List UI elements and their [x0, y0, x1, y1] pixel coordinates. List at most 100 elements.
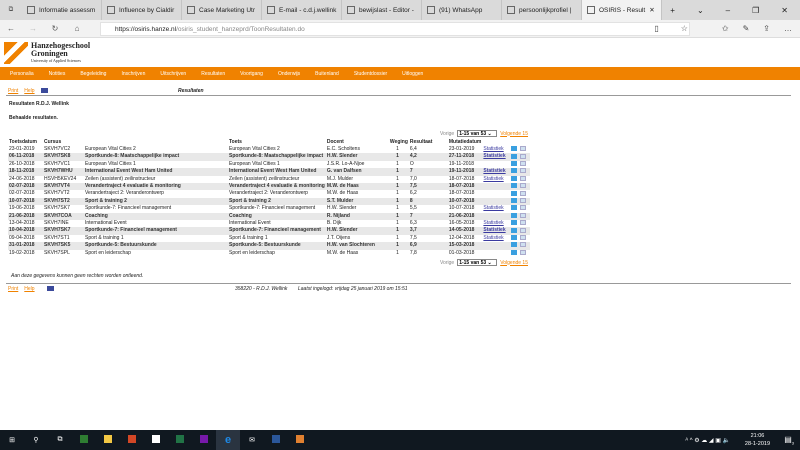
- details-icon[interactable]: [511, 183, 518, 189]
- statistiek-link[interactable]: Statistiek: [483, 153, 505, 159]
- mail-icon[interactable]: [520, 190, 527, 196]
- details-icon[interactable]: [511, 220, 518, 226]
- next-page-link[interactable]: Volgende 15: [500, 131, 528, 137]
- mail-icon[interactable]: [520, 160, 527, 166]
- details-icon[interactable]: [511, 249, 518, 255]
- mail-icon[interactable]: [520, 249, 527, 255]
- menu-item-begeleiding[interactable]: Begeleiding: [80, 71, 106, 77]
- details-icon[interactable]: [511, 198, 518, 204]
- mail-icon[interactable]: ✉: [240, 436, 264, 444]
- browser-tab[interactable]: OSIRIS - Result ✕: [582, 0, 662, 20]
- system-tray-icons[interactable]: ᴬ ^ ⚙ ☁ ◢ ▣ 🔈: [685, 437, 730, 444]
- powerpoint-icon[interactable]: [120, 435, 144, 445]
- details-icon[interactable]: [511, 146, 518, 152]
- new-tab-button[interactable]: +: [670, 6, 675, 15]
- more-icon[interactable]: …: [784, 24, 792, 33]
- statistiek-link[interactable]: Statistiek: [483, 205, 503, 211]
- details-icon[interactable]: [511, 212, 518, 218]
- url-input[interactable]: https://osiris.hanze.nl/osiris_student_h…: [100, 22, 690, 36]
- footer-print-link[interactable]: Print: [8, 286, 18, 292]
- english-flag-icon[interactable]: [46, 286, 54, 291]
- page-select[interactable]: 1-15 van 53 ⌄: [457, 259, 498, 266]
- details-icon[interactable]: [511, 160, 518, 166]
- browser-tab[interactable]: Case Marketing Utr: [182, 0, 262, 20]
- mail-icon[interactable]: [520, 220, 527, 226]
- menu-item-studentdossier[interactable]: Studentdossier: [354, 71, 387, 77]
- browser-tab[interactable]: bewijslast - Editor -: [342, 0, 422, 20]
- excel-icon[interactable]: [168, 435, 192, 445]
- tab-list-chevron-icon[interactable]: ⌄: [697, 6, 704, 15]
- share-icon[interactable]: ⇪: [763, 24, 770, 33]
- browser-tab[interactable]: E-mail - c.d.j.wellink: [262, 0, 342, 20]
- browser-tab[interactable]: Informatie assessm: [22, 0, 102, 20]
- menu-item-inschrijven[interactable]: Inschrijven: [121, 71, 145, 77]
- menu-item-buitenland[interactable]: Buitenland: [315, 71, 339, 77]
- project-app-icon[interactable]: [72, 435, 96, 445]
- mail-icon[interactable]: [520, 183, 527, 189]
- mail-icon[interactable]: [520, 168, 527, 174]
- mail-icon[interactable]: [520, 175, 527, 181]
- close-tab-icon[interactable]: ✕: [649, 6, 654, 14]
- statistiek-link[interactable]: Statistiek: [483, 146, 503, 152]
- reading-view-icon[interactable]: ▯: [654, 24, 658, 33]
- mail-icon[interactable]: [520, 242, 527, 248]
- forward-icon[interactable]: →: [22, 24, 44, 33]
- footer-help-link[interactable]: Help: [24, 286, 34, 292]
- clock[interactable]: 21:06 28-1-2019: [745, 432, 770, 448]
- mail-icon[interactable]: [520, 153, 527, 159]
- menu-item-uitloggen[interactable]: Uitloggen: [402, 71, 423, 77]
- mail-icon[interactable]: [520, 235, 527, 241]
- home-icon[interactable]: ⌂: [66, 24, 88, 33]
- paint-icon[interactable]: [288, 435, 312, 445]
- close-window-button[interactable]: ✕: [781, 6, 788, 15]
- browser-tab[interactable]: persoonlijkprofiel |: [502, 0, 582, 20]
- details-icon[interactable]: [511, 227, 518, 233]
- store-icon[interactable]: [144, 435, 168, 445]
- mail-icon[interactable]: [520, 146, 527, 152]
- notifications-icon[interactable]: ▤3: [784, 435, 794, 446]
- mail-icon[interactable]: [520, 205, 527, 211]
- mail-icon[interactable]: [520, 227, 527, 233]
- statistiek-link[interactable]: Statistiek: [483, 227, 505, 233]
- task-view-icon[interactable]: ⧉: [48, 436, 72, 444]
- statistiek-link[interactable]: Statistiek: [483, 168, 505, 174]
- details-icon[interactable]: [511, 205, 518, 211]
- menu-item-uitschrijven[interactable]: Uitschrijven: [160, 71, 186, 77]
- mail-icon[interactable]: [520, 212, 527, 218]
- page-select[interactable]: 1-15 van 53 ⌄: [457, 130, 498, 137]
- refresh-icon[interactable]: ↻: [44, 24, 66, 33]
- menu-item-notities[interactable]: Notities: [49, 71, 66, 77]
- details-icon[interactable]: [511, 235, 518, 241]
- tab-actions-icon[interactable]: ⧉: [0, 6, 22, 14]
- browser-tab[interactable]: (91) WhatsApp: [422, 0, 502, 20]
- browser-tab[interactable]: Influence by Cialdir: [102, 0, 182, 20]
- statistiek-link[interactable]: Statistiek: [483, 220, 503, 226]
- details-icon[interactable]: [511, 190, 518, 196]
- back-icon[interactable]: ←: [0, 24, 22, 33]
- edge-icon[interactable]: e: [216, 430, 240, 450]
- onenote-icon[interactable]: [192, 435, 216, 445]
- word-icon[interactable]: [264, 435, 288, 445]
- menu-item-resultaten[interactable]: Resultaten: [201, 71, 225, 77]
- notes-icon[interactable]: ✎: [743, 24, 750, 33]
- help-link[interactable]: Help: [24, 88, 34, 94]
- details-icon[interactable]: [511, 168, 518, 174]
- file-explorer-icon[interactable]: [96, 435, 120, 445]
- statistiek-link[interactable]: Statistiek: [483, 176, 503, 182]
- mail-icon[interactable]: [520, 198, 527, 204]
- statistiek-link[interactable]: Statistiek: [483, 235, 503, 241]
- restore-button[interactable]: ❐: [752, 6, 759, 15]
- search-icon[interactable]: ⚲: [24, 436, 48, 444]
- details-icon[interactable]: [511, 242, 518, 248]
- print-link[interactable]: Print: [8, 88, 18, 94]
- menu-item-onderwijs[interactable]: Onderwijs: [278, 71, 300, 77]
- favorite-star-icon[interactable]: ☆: [681, 24, 688, 33]
- windows-start-icon[interactable]: ⊞: [0, 436, 24, 444]
- next-page-link[interactable]: Volgende 15: [500, 260, 528, 266]
- minimize-button[interactable]: –: [726, 6, 730, 15]
- english-flag-icon[interactable]: [40, 88, 48, 93]
- menu-item-personalia[interactable]: Personalia: [10, 71, 34, 77]
- details-icon[interactable]: [511, 153, 518, 159]
- menu-item-voortgang[interactable]: Voortgang: [240, 71, 263, 77]
- details-icon[interactable]: [511, 175, 518, 181]
